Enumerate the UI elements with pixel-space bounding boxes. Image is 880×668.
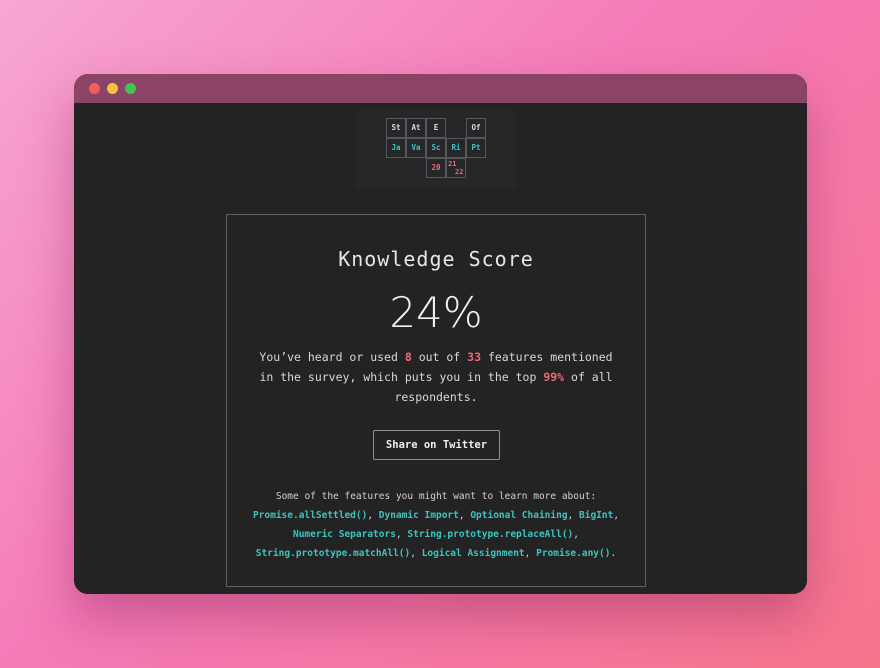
learn-more-intro: Some of the features you might want to l… [275,491,597,502]
desc-text: out of [411,350,468,364]
score-description: You’ve heard or used 8 out of 33 feature… [251,347,621,407]
logo-cell: At [406,118,426,138]
knowledge-score-card: Knowledge Score 24% You’ve heard or used… [226,214,646,587]
feature-link[interactable]: Dynamic Import [379,510,459,521]
window-titlebar [74,74,807,103]
period: . [610,548,617,559]
logo-cell: Sc [426,138,446,158]
separator: , [567,510,579,521]
page-content: St At E Of Ja Va Sc Ri Pt 20 21 22 Knowl… [74,103,807,594]
learn-more-section: Some of the features you might want to l… [243,487,629,563]
logo-cell-text: 22 [455,167,464,176]
card-title: Knowledge Score [338,247,534,271]
feature-link[interactable]: String.prototype.matchAll() [256,548,410,559]
top-percent: 99% [543,370,565,384]
close-window-button[interactable] [89,83,100,94]
zoom-window-button[interactable] [125,83,136,94]
separator: , [410,548,422,559]
logo-cell: St [386,118,406,138]
feature-link[interactable]: String.prototype.replaceAll() [407,529,573,540]
separator: , [524,548,537,559]
separator: , [613,510,620,521]
desc-text: You’ve heard or used [259,350,405,364]
feature-link[interactable]: BigInt [579,510,613,521]
heard-count: 8 [404,350,412,364]
logo-cell: Ri [446,138,466,158]
logo-cell: 21 22 [446,158,466,178]
separator: , [573,529,579,540]
feature-link[interactable]: Logical Assignment [422,548,525,559]
separator: , [458,510,471,521]
feature-link[interactable]: Promise.any() [536,548,610,559]
minimize-window-button[interactable] [107,83,118,94]
feature-link[interactable]: Numeric Separators [293,529,396,540]
separator: , [367,510,379,521]
separator: , [395,529,408,540]
logo-cell: Pt [466,138,486,158]
browser-window: St At E Of Ja Va Sc Ri Pt 20 21 22 Knowl… [74,74,807,594]
logo-cell: 20 [426,158,446,178]
score-value: 24% [389,288,483,337]
logo-cell: Va [406,138,426,158]
state-of-js-logo: St At E Of Ja Va Sc Ri Pt 20 21 22 [355,110,517,188]
logo-cell: E [426,118,446,138]
feature-link[interactable]: Optional Chaining [470,510,567,521]
total-count: 33 [467,350,482,364]
logo-cell: Of [466,118,486,138]
share-on-twitter-button[interactable]: Share on Twitter [373,430,500,460]
logo-cell-text: 21 [448,159,457,168]
logo-cell: Ja [386,138,406,158]
feature-link[interactable]: Promise.allSettled() [253,510,367,521]
feature-links: Promise.allSettled(), Dynamic Import, Op… [243,506,629,563]
